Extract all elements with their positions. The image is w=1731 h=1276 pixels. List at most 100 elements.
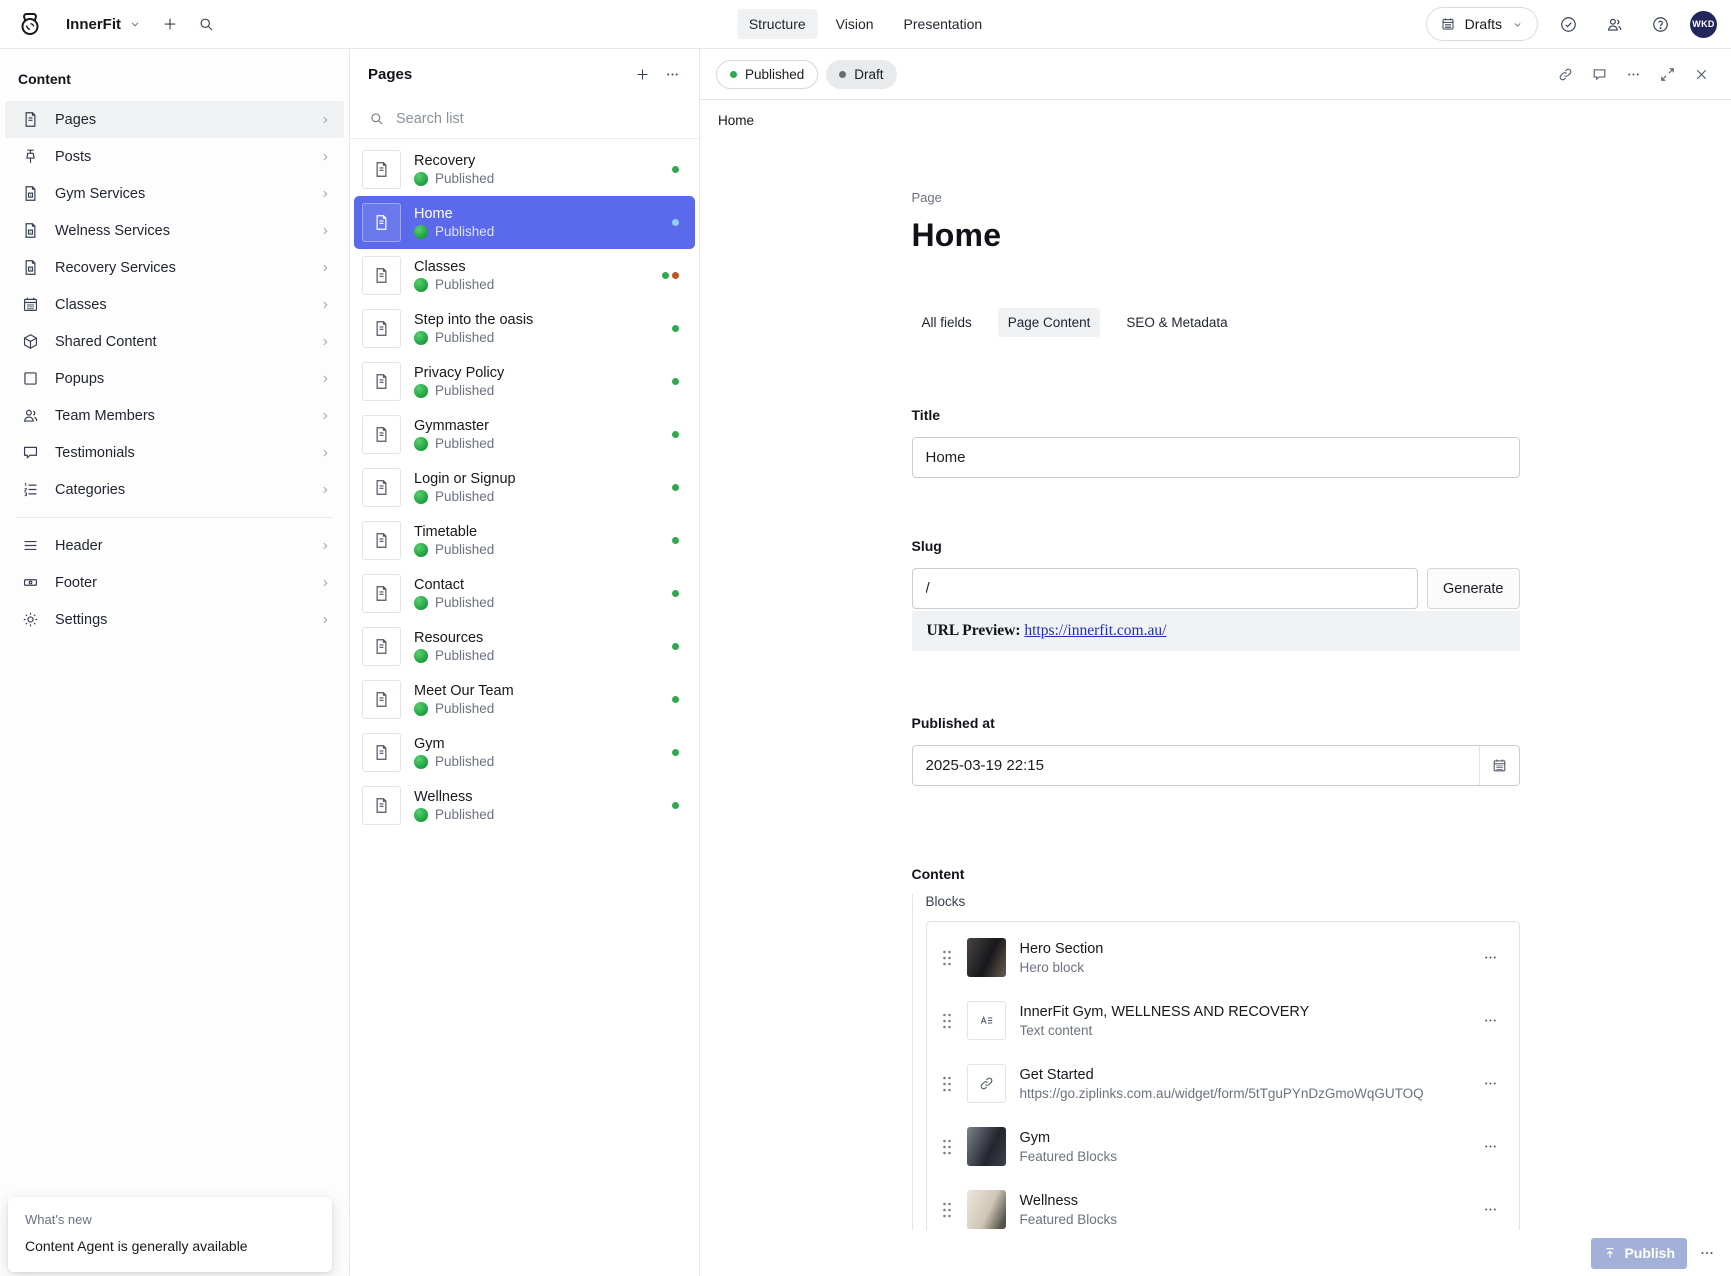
page-list-item[interactable]: Gymmaster Published	[354, 408, 695, 461]
title-field-label: Title	[912, 407, 1520, 423]
sidebar-item[interactable]: Posts	[5, 138, 344, 175]
page-list-item[interactable]: Gym Published	[354, 726, 695, 779]
sidebar-item[interactable]: Popups	[5, 360, 344, 397]
sidebar-item[interactable]: Welness Services	[5, 212, 344, 249]
user-avatar[interactable]: WKD	[1690, 11, 1717, 38]
sidebar-item[interactable]: Recovery Services	[5, 249, 344, 286]
block-menu-button[interactable]	[1477, 1196, 1505, 1224]
content-field-label: Content	[912, 866, 1520, 882]
field-group-tab[interactable]: SEO & Metadata	[1116, 308, 1237, 337]
title-field-input[interactable]	[912, 437, 1520, 478]
version-chip[interactable]: Draft	[826, 60, 896, 89]
block-menu-button[interactable]	[1477, 1007, 1505, 1035]
whats-new-card[interactable]: What's new Content Agent is generally av…	[8, 1197, 332, 1272]
url-preview-link[interactable]: https://innerfit.com.au/	[1024, 622, 1166, 639]
sidebar-item[interactable]: Classes	[5, 286, 344, 323]
sidebar-item[interactable]: Testimonials	[5, 434, 344, 471]
date-picker-button[interactable]	[1479, 746, 1519, 785]
workspace-tab[interactable]: Structure	[737, 9, 818, 39]
pages-search-input[interactable]	[396, 111, 681, 127]
drag-handle-icon[interactable]	[941, 1137, 953, 1157]
workspace-tab[interactable]: Presentation	[892, 9, 995, 39]
block-menu-button[interactable]	[1477, 944, 1505, 972]
sidebar-item[interactable]: Categories	[5, 471, 344, 508]
block-item[interactable]: Get Started https://go.ziplinks.com.au/w…	[927, 1052, 1519, 1115]
page-list-item[interactable]: Resources Published	[354, 620, 695, 673]
sidebar-nav-primary: Pages Posts Gym Services	[0, 101, 349, 508]
page-list-item[interactable]: Timetable Published	[354, 514, 695, 567]
new-document-button[interactable]	[154, 8, 186, 40]
block-item[interactable]: Hero Section Hero block	[927, 926, 1519, 989]
page-list-item[interactable]: Classes Published	[354, 249, 695, 302]
published-status-icon	[414, 278, 428, 292]
change-dot	[672, 166, 679, 173]
document-action-button[interactable]	[1585, 60, 1613, 88]
publish-button[interactable]: Publish	[1591, 1238, 1687, 1269]
block-item[interactable]: Gym Featured Blocks	[927, 1115, 1519, 1178]
change-dot	[672, 378, 679, 385]
sidebar-item[interactable]: Team Members	[5, 397, 344, 434]
chevron-right-icon	[318, 409, 332, 423]
check-circle-icon	[1559, 15, 1578, 34]
published-status-icon	[414, 755, 428, 769]
members-button[interactable]	[1598, 8, 1630, 40]
page-list-item[interactable]: Meet Our Team Published	[354, 673, 695, 726]
workspace-tab[interactable]: Vision	[824, 9, 886, 39]
breadcrumb: Home	[700, 100, 1731, 140]
generate-slug-button[interactable]: Generate	[1427, 568, 1519, 609]
page-list-item[interactable]: Step into the oasis Published	[354, 302, 695, 355]
document-actions-menu-button[interactable]	[1695, 1241, 1719, 1265]
create-page-button[interactable]	[627, 59, 657, 89]
published-status-icon	[414, 649, 428, 663]
sidebar-item[interactable]: Header	[5, 527, 344, 564]
pages-panel-menu-button[interactable]	[657, 59, 687, 89]
block-menu-button[interactable]	[1477, 1133, 1505, 1161]
document-scroll-area[interactable]: Page Home All fieldsPage ContentSEO & Me…	[700, 140, 1731, 1276]
page-status-label: Published	[435, 595, 494, 610]
drag-handle-icon[interactable]	[941, 1011, 953, 1031]
tasks-button[interactable]	[1552, 8, 1584, 40]
block-menu-button[interactable]	[1477, 1070, 1505, 1098]
sidebar-item[interactable]: Settings	[5, 601, 344, 638]
block-item[interactable]: InnerFit Gym, WELLNESS AND RECOVERY Text…	[927, 989, 1519, 1052]
help-button[interactable]	[1644, 8, 1676, 40]
page-list-item[interactable]: Home Published	[354, 196, 695, 249]
sidebar-item[interactable]: Footer	[5, 564, 344, 601]
drag-handle-icon[interactable]	[941, 948, 953, 968]
releases-drafts-selector[interactable]: Drafts	[1426, 7, 1538, 41]
search-button[interactable]	[190, 8, 222, 40]
page-list-item[interactable]: Recovery Published	[354, 143, 695, 196]
sidebar-item-label: Team Members	[55, 408, 303, 424]
published-at-input[interactable]	[912, 745, 1520, 786]
page-list-item[interactable]: Contact Published	[354, 567, 695, 620]
page-change-dots	[672, 166, 679, 173]
blocks-list: Hero Section Hero block	[926, 921, 1520, 1276]
page-list-item[interactable]: Privacy Policy Published	[354, 355, 695, 408]
pages-panel: Pages Recovery	[350, 49, 700, 1276]
published-status-icon	[414, 437, 428, 451]
drag-handle-icon[interactable]	[941, 1074, 953, 1094]
sidebar-item[interactable]: Gym Services	[5, 175, 344, 212]
block-subtitle: https://go.ziplinks.com.au/widget/form/5…	[1020, 1086, 1463, 1101]
slug-field-input[interactable]	[912, 568, 1419, 609]
blocks-label: Blocks	[926, 894, 1520, 909]
url-preview: URL Preview: https://innerfit.com.au/	[912, 611, 1520, 651]
document-action-button[interactable]	[1653, 60, 1681, 88]
page-list-item[interactable]: Wellness Published	[354, 779, 695, 832]
page-doc-thumb	[362, 150, 401, 189]
document-action-button[interactable]	[1619, 60, 1647, 88]
page-list-item[interactable]: Login or Signup Published	[354, 461, 695, 514]
version-chip[interactable]: Published	[716, 60, 818, 89]
sidebar-item[interactable]: Shared Content	[5, 323, 344, 360]
drag-handle-icon[interactable]	[941, 1200, 953, 1220]
workspace-switcher[interactable]: InnerFit	[58, 10, 150, 39]
document-icon	[372, 478, 391, 497]
document-action-button[interactable]	[1551, 60, 1579, 88]
field-group-tab[interactable]: Page Content	[998, 308, 1101, 337]
sidebar-item[interactable]: Pages	[5, 101, 344, 138]
document-action-button[interactable]	[1687, 60, 1715, 88]
version-chip-label: Draft	[854, 67, 883, 82]
field-group-tab[interactable]: All fields	[912, 308, 982, 337]
block-subtitle: Featured Blocks	[1020, 1212, 1463, 1227]
page-change-dots	[672, 378, 679, 385]
